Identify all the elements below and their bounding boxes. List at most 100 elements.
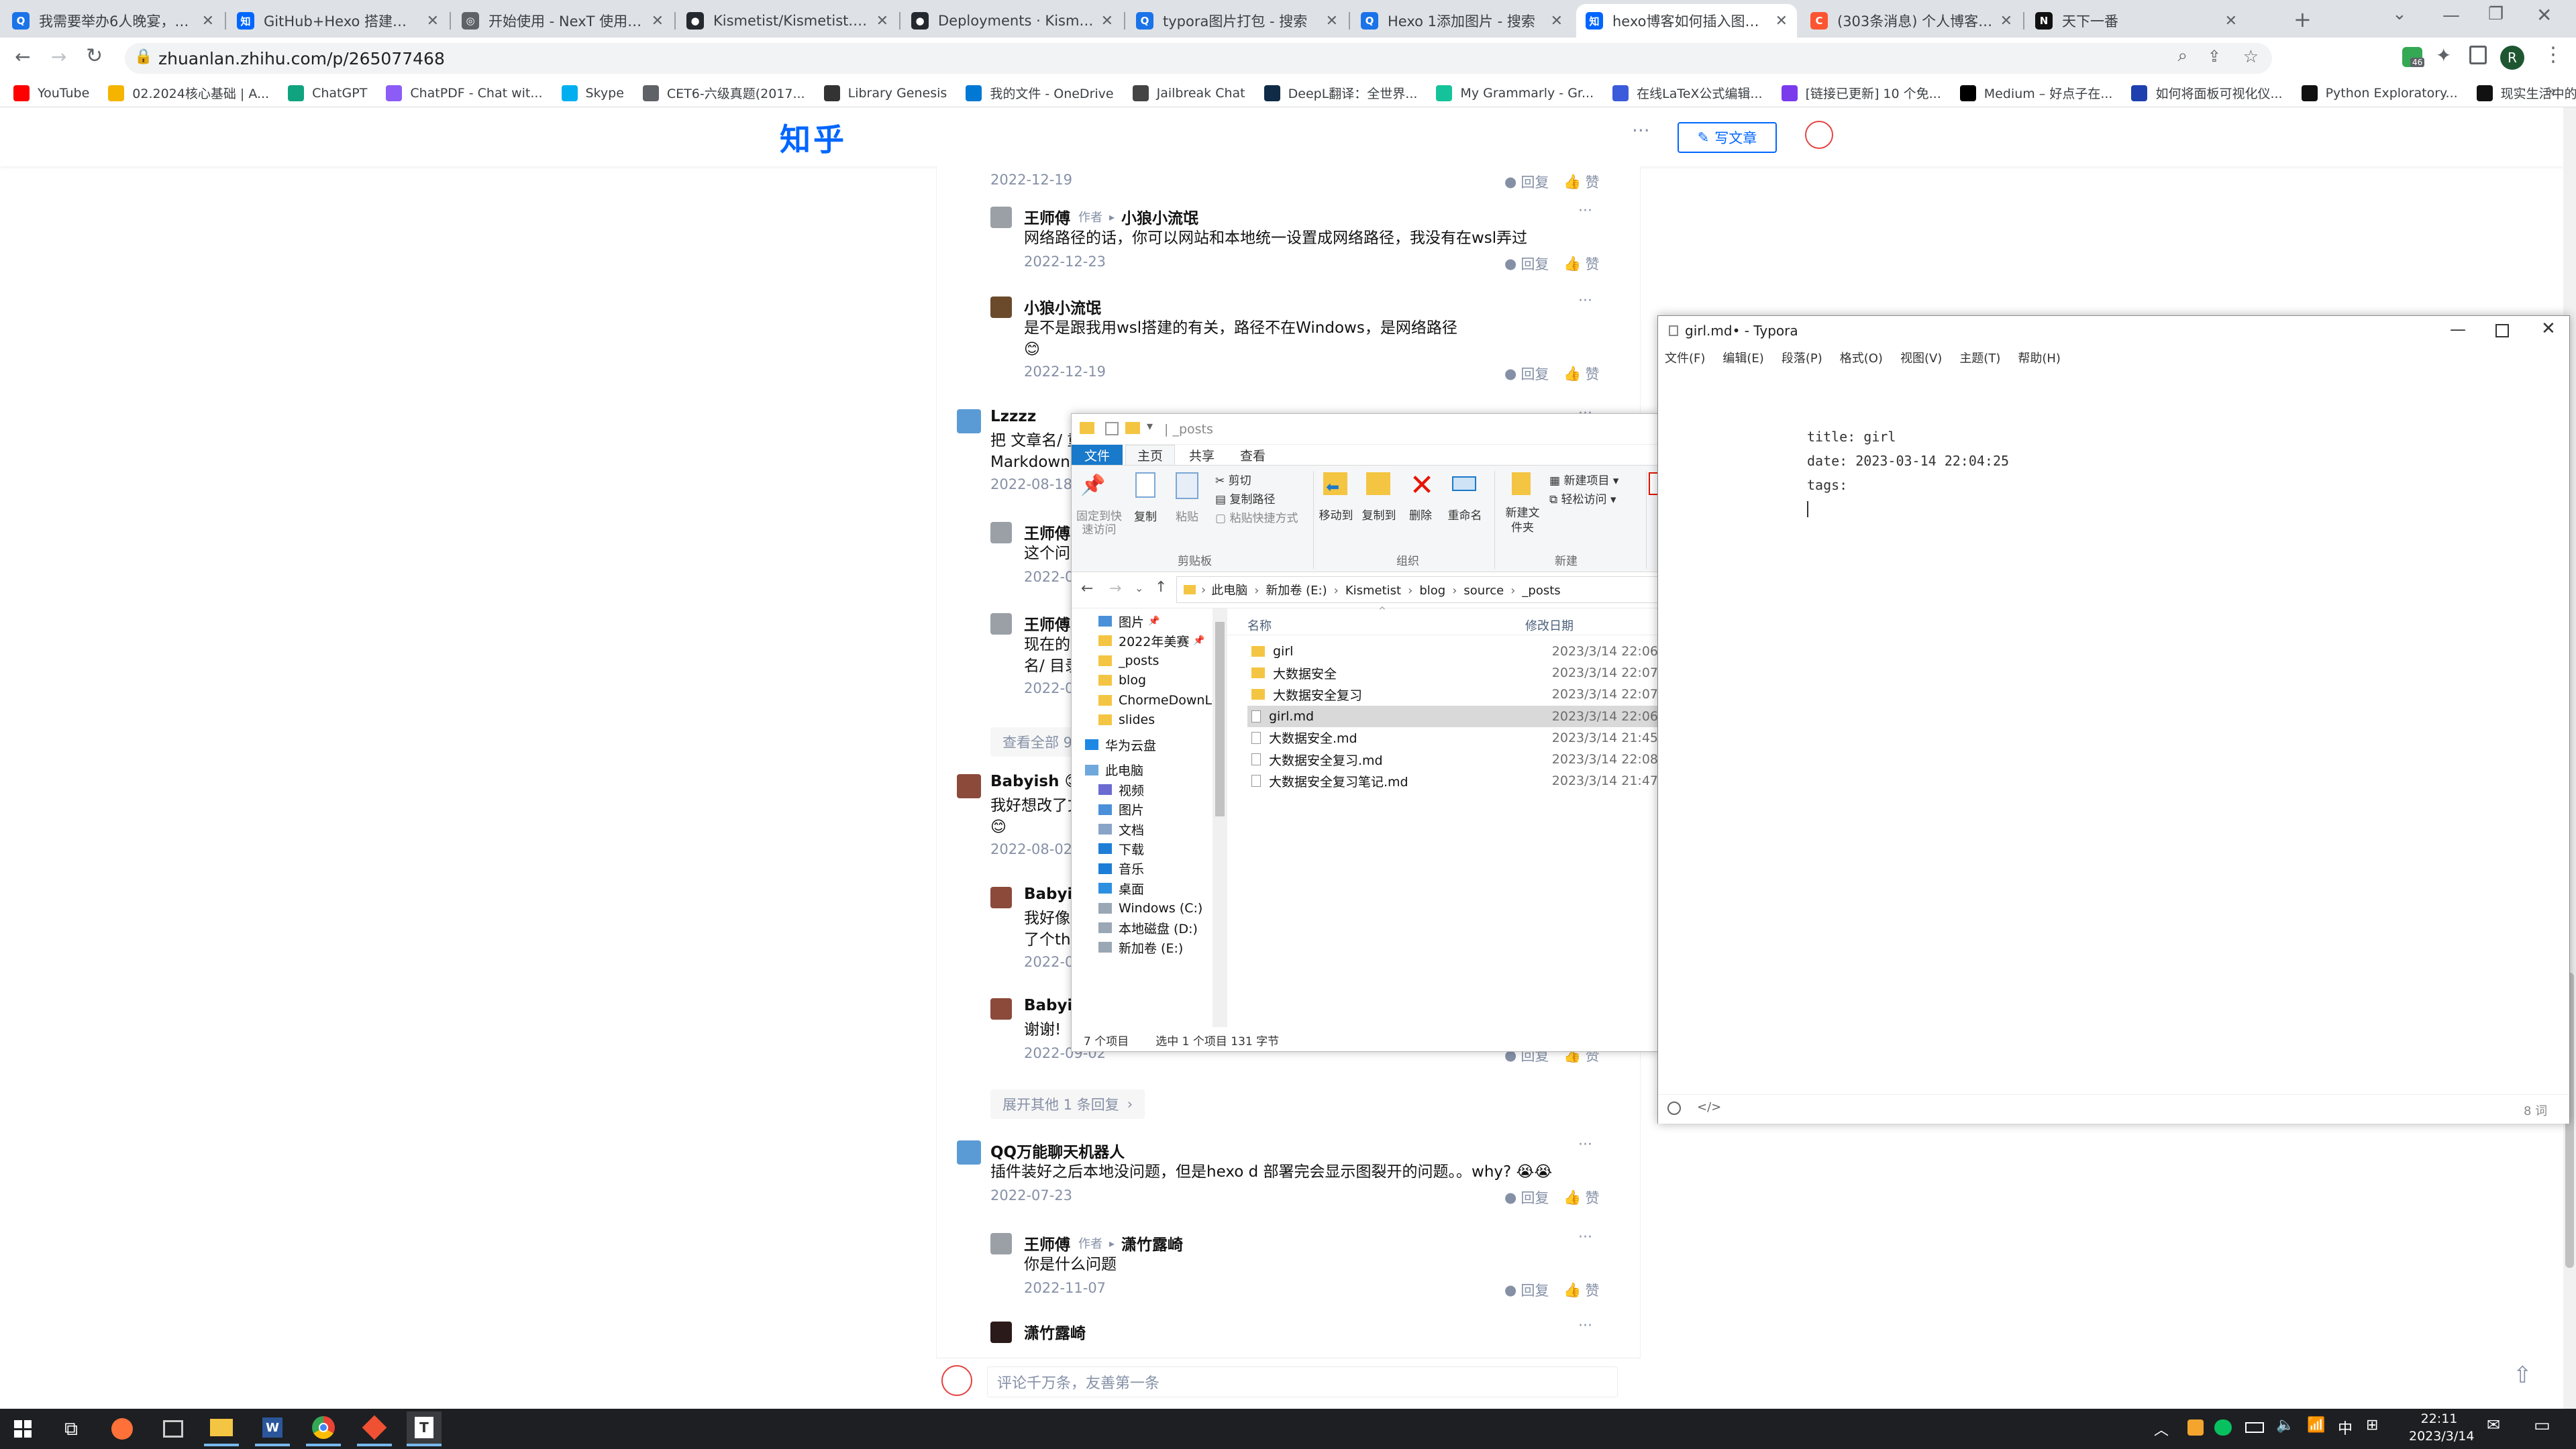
paste-shortcut-button[interactable]: ▢ 粘贴快捷方式 [1215, 508, 1298, 525]
comment-avatar[interactable] [957, 409, 981, 433]
comment-author[interactable]: 王师傅 [1024, 205, 1070, 228]
battery-icon[interactable] [2245, 1422, 2264, 1433]
close-window-button[interactable]: ✕ [2536, 4, 2552, 26]
comment-author[interactable]: QQ万能聊天机器人 [990, 1139, 1125, 1162]
bookmark-item[interactable]: [链接已更新] 10 个免... [1781, 84, 1941, 102]
tab-close-icon[interactable]: ✕ [427, 13, 439, 30]
tab-search-icon[interactable]: ⌄ [2392, 4, 2407, 24]
taskbar-clock[interactable]: 22:11 2023/3/14 [2409, 1410, 2474, 1445]
bookmark-item[interactable]: YouTube [13, 85, 89, 101]
breadcrumb-item[interactable]: 此电脑 [1211, 584, 1247, 598]
tab-close-icon[interactable]: ✕ [2225, 13, 2237, 30]
new-folder-button[interactable]: 新建文件夹 [1501, 506, 1544, 535]
typora-close-button[interactable]: ✕ [2541, 319, 2556, 339]
profile-avatar[interactable]: R [2500, 46, 2524, 70]
bookmark-item[interactable]: Python Exploratory... [2301, 85, 2458, 101]
tab-close-icon[interactable]: ✕ [1551, 13, 1563, 30]
nav-scrollbar[interactable] [1213, 608, 1227, 1027]
delete-button[interactable]: 删除 [1406, 506, 1435, 523]
new-item-button[interactable]: ▦ 新建项目 ▾ [1549, 471, 1618, 488]
tab-close-icon[interactable]: ✕ [1101, 13, 1113, 30]
bookmark-item[interactable]: Medium – 好点子在... [1959, 84, 2112, 102]
more-icon[interactable]: ··· [1632, 119, 1650, 142]
forward-arrow-icon[interactable]: → [51, 46, 66, 68]
reply-button[interactable]: ●回复 [1504, 1280, 1549, 1300]
new-folder-qat-icon[interactable] [1125, 422, 1140, 434]
comment-more-icon[interactable]: ··· [1578, 1136, 1592, 1153]
bookmark-item[interactable]: Skype [561, 85, 624, 101]
bookmarks-overflow-icon[interactable]: » [2547, 83, 2556, 100]
wechat-tray-icon[interactable] [2214, 1419, 2232, 1436]
tab-close-icon[interactable]: ✕ [1326, 13, 1338, 30]
tab-close-icon[interactable]: ✕ [1775, 13, 1788, 30]
like-button[interactable]: 👍赞 [1563, 1280, 1599, 1300]
comment-avatar[interactable] [957, 1140, 981, 1165]
source-mode-icon[interactable]: </> [1697, 1100, 1721, 1114]
calculator-icon[interactable] [156, 1411, 191, 1446]
like-button[interactable]: 👍赞 [1563, 254, 1599, 274]
qat-dropdown-icon[interactable]: ▾ [1147, 419, 1153, 433]
column-name[interactable]: 名称 [1247, 616, 1272, 634]
word-icon[interactable]: W [255, 1411, 290, 1446]
start-windows-icon[interactable] [5, 1411, 40, 1446]
side-panel-icon[interactable] [2469, 46, 2487, 64]
browser-tab[interactable]: Qtypora图片打包 - 搜索 ✕ [1127, 4, 1347, 38]
zoom-search-icon[interactable]: ⌕ [2177, 46, 2187, 66]
bookmark-item[interactable]: Library Genesis [823, 85, 947, 101]
notification-center-icon[interactable]: ▭ [2534, 1415, 2551, 1436]
volume-icon[interactable]: 🔈 [2276, 1417, 2294, 1434]
ribbon-tab-home[interactable]: 主页 [1125, 445, 1175, 465]
typora-menu-item[interactable]: 格式(O) [1840, 349, 1883, 366]
like-button[interactable]: 👍赞 [1563, 1187, 1599, 1208]
typora-menu-item[interactable]: 文件(F) [1665, 349, 1705, 366]
bookmark-item[interactable]: CET6-六级真题(2017... [642, 84, 805, 102]
nav-item[interactable]: 华为云盘 [1085, 733, 1156, 756]
properties-icon[interactable] [1105, 422, 1119, 435]
breadcrumb-item[interactable]: blog [1419, 584, 1445, 598]
bookmark-item[interactable]: 在线LaTeX公式编辑... [1612, 84, 1763, 102]
typora-minimize-button[interactable]: — [2450, 320, 2466, 339]
expand-more-replies[interactable]: 展开其他 1 条回复 › [990, 1089, 1145, 1119]
zhihu-logo[interactable]: 知乎 [780, 115, 847, 160]
breadcrumb-item[interactable]: _posts [1522, 584, 1560, 598]
bookmark-item[interactable]: ChatPDF - Chat wit... [386, 85, 543, 101]
comment-author[interactable]: Babyish 😊 [990, 773, 1080, 790]
comment-author[interactable]: 王师傅 [1024, 521, 1070, 543]
file-row[interactable]: girl.md 2023/3/14 22:06 [1247, 705, 1658, 727]
browser-tab[interactable]: N 天下一番 ✕ [2026, 4, 2247, 38]
bookmark-item[interactable]: My Grammarly - Gr... [1436, 85, 1594, 101]
bookmark-item[interactable]: 02.2024核心基础 | A... [108, 84, 269, 102]
typora-menu-item[interactable]: 主题(T) [1959, 349, 2000, 366]
typora-taskbar-icon[interactable]: T [407, 1411, 442, 1446]
tab-close-icon[interactable]: ✕ [2000, 13, 2012, 30]
file-explorer-taskbar-icon[interactable] [204, 1411, 239, 1446]
comment-avatar[interactable] [990, 1322, 1012, 1343]
tab-close-icon[interactable]: ✕ [876, 13, 888, 30]
copy-path-button[interactable]: ▤ 复制路径 [1215, 490, 1275, 506]
browser-tab[interactable]: ● Kismetist/Kismetist.github.io ✕ [677, 4, 898, 38]
comment-author[interactable]: 小狼小流氓 [1024, 295, 1101, 318]
user-avatar[interactable] [1805, 121, 1833, 149]
reply-button[interactable]: ●回复 [1504, 364, 1549, 384]
extension-icon[interactable]: 46 [2402, 47, 2425, 67]
rename-button[interactable]: 重命名 [1445, 506, 1485, 523]
reply-target[interactable]: 小狼小流氓 [1121, 205, 1198, 228]
ribbon-tab-file[interactable]: 文件 [1072, 445, 1123, 465]
gmail-tray-icon[interactable]: ✉ [2487, 1415, 2500, 1434]
up-arrow-icon[interactable]: ↑ [1155, 579, 1167, 596]
explorer-breadcrumb[interactable]: › 此电脑 › 新加卷 (E:) › Kismetist › blog › source › _po… [1176, 576, 1658, 603]
browser-tab[interactable]: 知 hexo博客如何插入图片 - 知乎 ✕ [1576, 4, 1797, 38]
comment-author[interactable]: 潇竹露崎 [1024, 1320, 1086, 1343]
recent-locations-icon[interactable]: ⌄ [1135, 582, 1143, 594]
comment-avatar[interactable] [990, 998, 1012, 1020]
typora-editor[interactable]: title: girl date: 2023-03-14 22:04:25 ta… [1807, 425, 2009, 517]
comment-avatar[interactable] [990, 887, 1012, 908]
comment-author[interactable]: 王师傅 [1024, 1232, 1070, 1254]
bookmark-item[interactable]: DeepL翻译：全世界... [1264, 84, 1417, 102]
reply-target[interactable]: 潇竹露崎 [1121, 1232, 1183, 1254]
typora-maximize-button[interactable] [2495, 324, 2509, 337]
cut-button[interactable]: ✂ 剪切 [1215, 471, 1251, 488]
browser-tab[interactable]: ◎ 开始使用 - NexT 使用文档 ✕ [452, 4, 673, 38]
bookmark-item[interactable]: 如何将面板可视化仪... [2131, 84, 2283, 102]
bookmark-star-icon[interactable]: ☆ [2243, 47, 2259, 67]
